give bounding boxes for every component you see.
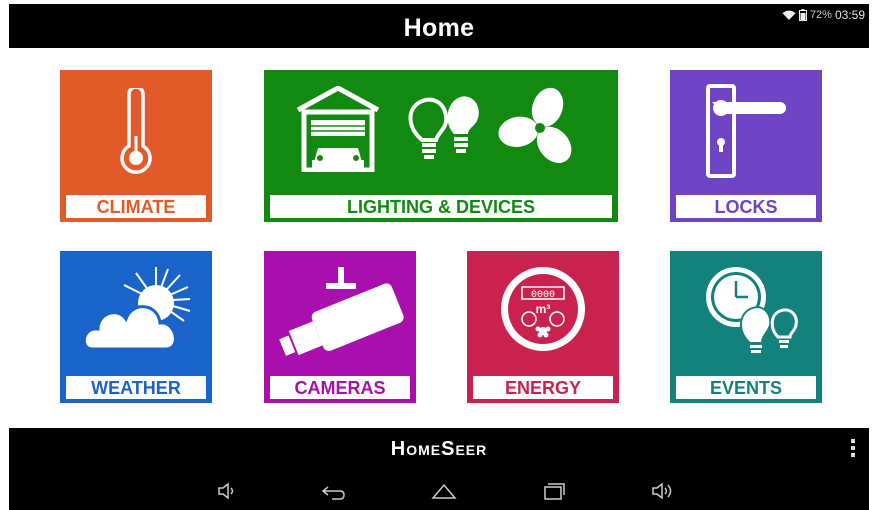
thermometer-icon [120, 88, 152, 174]
tile-cameras-label: CAMERAS [270, 376, 410, 399]
status-bar: 72% 03:59 [782, 8, 865, 22]
home-icon[interactable] [427, 479, 461, 503]
frame [0, 0, 9, 510]
recents-icon[interactable] [537, 479, 571, 503]
tile-locks-label: LOCKS [676, 195, 816, 218]
door-handle-icon [706, 84, 786, 178]
brand-bar: HomeSeer [9, 428, 869, 471]
app-header: Home 72% 03:59 [9, 4, 869, 48]
battery-percent: 72% [809, 9, 832, 21]
tile-energy-label: ENERGY [473, 376, 613, 399]
wifi-icon [782, 10, 796, 20]
fan-icon [498, 87, 572, 163]
clock-bulbs-icon [706, 267, 798, 353]
meter-icon: 0000 m³ [501, 267, 585, 351]
homeseer-logo: HomeSeer [390, 438, 488, 460]
meter-unit: m³ [536, 302, 551, 316]
light-bulbs-icon [408, 96, 479, 159]
tile-lighting-devices[interactable]: LIGHTING & DEVICES [264, 70, 618, 222]
garage-icon [296, 86, 380, 172]
tile-locks[interactable]: LOCKS [670, 70, 822, 222]
tile-events[interactable]: EVENTS [670, 251, 822, 403]
back-icon[interactable] [316, 479, 350, 503]
sun-cloud-icon [84, 267, 191, 351]
security-camera-icon [279, 267, 404, 356]
tile-energy[interactable]: 0000 m³ ENERGY [467, 251, 619, 403]
tile-weather[interactable]: WEATHER [60, 251, 212, 403]
tile-climate[interactable]: CLIMATE [60, 70, 212, 222]
volume-down-icon[interactable] [209, 479, 243, 503]
tile-weather-label: WEATHER [66, 376, 206, 399]
overflow-menu-icon[interactable] [851, 439, 857, 461]
tile-lighting-devices-label: LIGHTING & DEVICES [270, 195, 612, 218]
system-nav-bar [9, 471, 869, 510]
tile-climate-label: CLIMATE [66, 195, 206, 218]
page-title: Home [403, 14, 475, 42]
clock-time: 03:59 [834, 8, 865, 22]
volume-up-icon[interactable] [645, 479, 679, 503]
tile-cameras[interactable]: CAMERAS [264, 251, 416, 403]
tile-events-label: EVENTS [676, 376, 816, 399]
battery-icon [798, 9, 807, 21]
meter-digits: 0000 [531, 290, 555, 301]
